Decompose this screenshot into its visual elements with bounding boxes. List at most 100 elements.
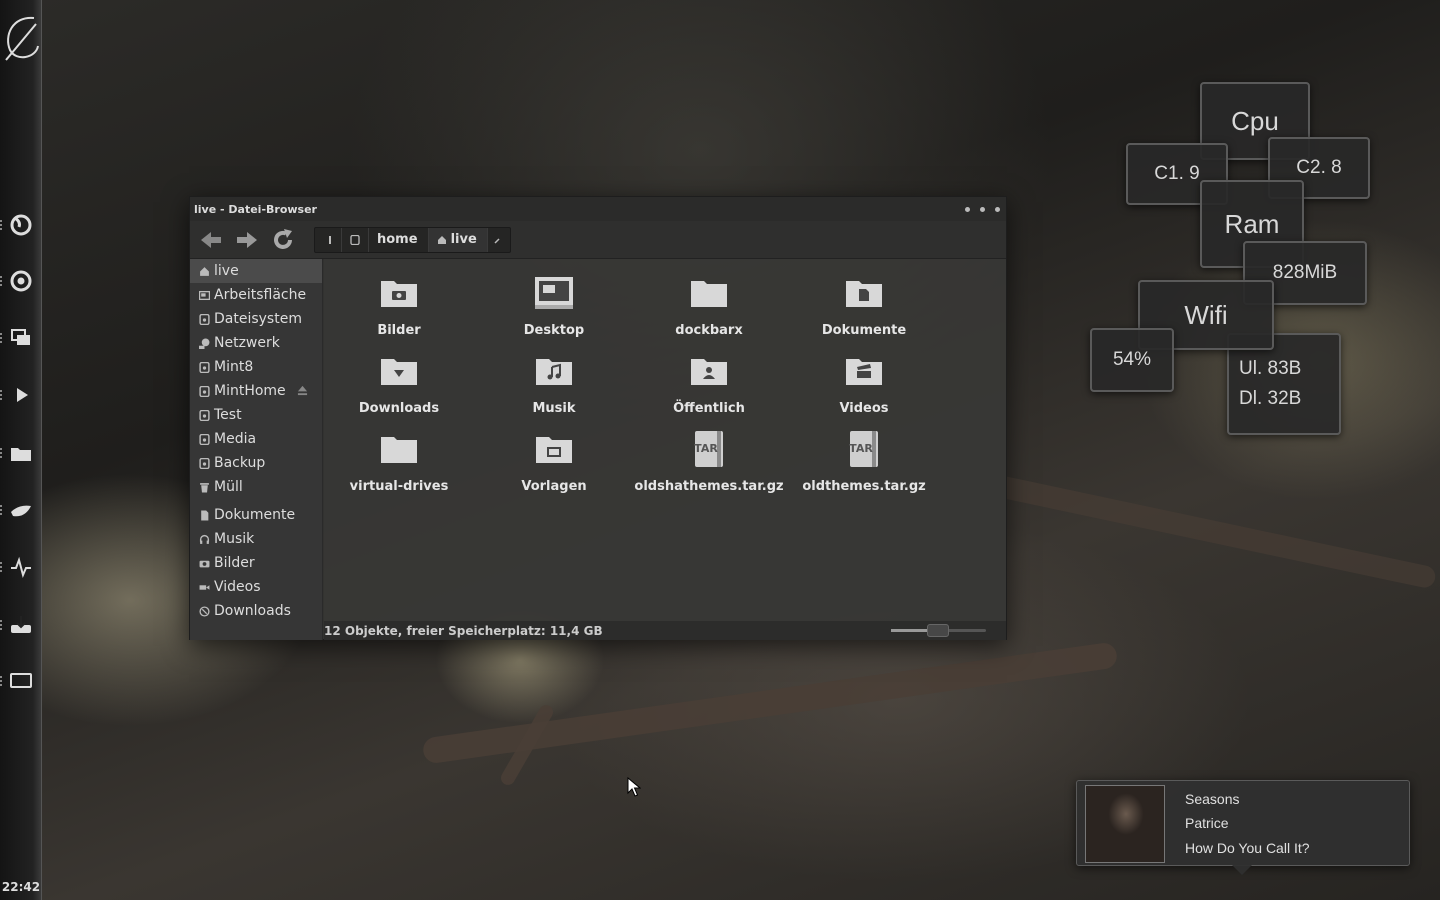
downloads-folder-icon bbox=[381, 359, 417, 385]
firefox-icon bbox=[10, 214, 32, 236]
file-item-oldthemes[interactable]: TAR oldthemes.tar.gz bbox=[789, 429, 939, 494]
maximize-button[interactable] bbox=[980, 206, 985, 212]
cpu-label: Cpu bbox=[1231, 105, 1279, 136]
document-icon bbox=[201, 510, 209, 520]
sidebar-item-minthome[interactable]: MintHome bbox=[190, 379, 322, 403]
sidebar-item-netzwerk[interactable]: Netzwerk bbox=[190, 331, 322, 355]
sidebar-item-label: Backup bbox=[214, 455, 266, 471]
track-artist: Patrice bbox=[1185, 815, 1229, 831]
folder-icon bbox=[381, 437, 417, 463]
reload-icon bbox=[274, 228, 292, 249]
file-item-label: Desktop bbox=[523, 323, 585, 338]
drive-icon bbox=[199, 361, 210, 373]
sidebar-item-media[interactable]: Media bbox=[190, 427, 322, 451]
file-item-label: dockbarx bbox=[675, 323, 743, 338]
path-root[interactable] bbox=[342, 227, 369, 252]
sidebar-item-label: live bbox=[214, 263, 239, 279]
now-playing-widget[interactable]: Seasons Patrice How Do You Call It? bbox=[1076, 780, 1410, 875]
sidebar-item-musik[interactable]: Musik bbox=[190, 527, 322, 551]
left-dock: 22:42 bbox=[0, 0, 42, 900]
file-item-virtual-drives[interactable]: virtual-drives bbox=[324, 429, 474, 494]
track-album: How Do You Call It? bbox=[1185, 840, 1310, 856]
sidebar-item-bilder[interactable]: Bilder bbox=[190, 551, 322, 575]
dock-chrome[interactable] bbox=[0, 264, 42, 298]
trash-icon bbox=[200, 482, 209, 492]
sidebar-item-test[interactable]: Test bbox=[190, 403, 322, 427]
dock-system-monitor[interactable] bbox=[0, 550, 42, 584]
file-item-desktop[interactable]: Desktop bbox=[479, 273, 629, 338]
tar-archive-icon: TAR bbox=[849, 431, 878, 467]
eject-icon[interactable] bbox=[297, 385, 308, 396]
minimize-button[interactable] bbox=[965, 206, 970, 212]
sidebar-item-label: Test bbox=[214, 407, 242, 423]
file-item-vorlagen[interactable]: Vorlagen bbox=[479, 429, 629, 494]
sidebar-item-label: Musik bbox=[214, 531, 255, 547]
dock-file-manager[interactable] bbox=[0, 436, 42, 470]
file-item-dokumente[interactable]: Dokumente bbox=[789, 273, 939, 338]
path-segment-live[interactable]: live bbox=[428, 227, 488, 252]
sidebar-item-backup[interactable]: Backup bbox=[190, 451, 322, 475]
dock-firefox[interactable] bbox=[0, 208, 42, 242]
sidebar-item-dokumente[interactable]: Dokumente bbox=[190, 503, 322, 527]
zoom-slider-handle[interactable] bbox=[927, 624, 949, 637]
zoom-slider[interactable] bbox=[891, 624, 986, 637]
status-text: 12 Objekte, freier Speicherplatz: 11,4 G… bbox=[324, 623, 603, 638]
sidebar-item-label: Dokumente bbox=[214, 507, 296, 523]
wifi-signal-tile: 54% bbox=[1090, 328, 1174, 392]
forward-button[interactable] bbox=[232, 225, 262, 255]
sidebar-item-live[interactable]: live bbox=[190, 259, 322, 283]
reload-button[interactable] bbox=[268, 225, 298, 255]
file-item-downloads[interactable]: Downloads bbox=[324, 351, 474, 416]
file-item-label: Bilder bbox=[377, 323, 421, 338]
wallpaper-branch bbox=[982, 472, 1438, 590]
core1-value: C1. 9 bbox=[1154, 163, 1200, 184]
sidebar-item-downloads[interactable]: Downloads bbox=[190, 599, 322, 623]
dock-thunderbird[interactable] bbox=[0, 493, 42, 527]
mouse-cursor-icon bbox=[627, 777, 641, 797]
videos-folder-icon bbox=[846, 359, 882, 385]
wifi-signal-value: 54% bbox=[1112, 349, 1152, 370]
pulse-icon bbox=[11, 556, 31, 579]
sidebar-item-label: Dateisystem bbox=[214, 311, 302, 327]
file-view[interactable]: Bilder Desktop dockbarx Dokumente Downlo… bbox=[324, 259, 1006, 621]
file-item-label: virtual-drives bbox=[349, 479, 449, 494]
drive-icon bbox=[350, 234, 360, 245]
sidebar-item-arbeitsflaeche[interactable]: Arbeitsfläche bbox=[190, 283, 322, 307]
sidebar-item-label: Bilder bbox=[214, 555, 255, 571]
file-item-bilder[interactable]: Bilder bbox=[324, 273, 474, 338]
sidebar-item-label: Downloads bbox=[214, 603, 291, 619]
windows-icon bbox=[11, 329, 30, 345]
sidebar-item-label: MintHome bbox=[214, 383, 286, 399]
file-item-videos[interactable]: Videos bbox=[789, 351, 939, 416]
back-button[interactable] bbox=[196, 225, 226, 255]
dock-downloads[interactable] bbox=[0, 608, 42, 642]
path-toggle-button[interactable] bbox=[319, 227, 342, 252]
templates-folder-icon bbox=[536, 437, 572, 463]
path-segment-home[interactable]: home bbox=[369, 227, 429, 252]
sidebar-item-label: Netzwerk bbox=[214, 335, 280, 351]
sidebar-item-muell[interactable]: Müll bbox=[190, 475, 322, 499]
window-titlebar[interactable]: live - Datei-Browser bbox=[190, 197, 1006, 221]
track-title: Seasons bbox=[1185, 791, 1240, 807]
drive-icon bbox=[199, 457, 210, 469]
headphones-icon bbox=[199, 534, 210, 544]
sidebar-item-dateisystem[interactable]: Dateisystem bbox=[190, 307, 322, 331]
window-controls bbox=[965, 206, 1000, 212]
drive-icon bbox=[199, 409, 210, 421]
file-item-dockbarx[interactable]: dockbarx bbox=[634, 273, 784, 338]
caret-left-icon bbox=[329, 235, 331, 244]
sidebar-item-mint8[interactable]: Mint8 bbox=[190, 355, 322, 379]
dock-media-player[interactable] bbox=[0, 378, 42, 412]
dock-windows[interactable] bbox=[0, 321, 42, 355]
sidebar-item-videos[interactable]: Videos bbox=[190, 575, 322, 599]
tar-archive-icon: TAR bbox=[694, 431, 723, 467]
file-item-oeffentlich[interactable]: Öffentlich bbox=[634, 351, 784, 416]
dock-show-desktop[interactable] bbox=[0, 664, 42, 698]
path-more-button[interactable] bbox=[488, 228, 506, 252]
path-segment-label: live bbox=[450, 232, 477, 247]
download-tray-icon bbox=[11, 616, 31, 633]
file-item-oldshathemes[interactable]: TAR oldshathemes.tar.gz bbox=[634, 429, 784, 494]
file-item-musik[interactable]: Musik bbox=[479, 351, 629, 416]
pictures-folder-icon bbox=[381, 281, 417, 307]
close-button[interactable] bbox=[995, 206, 1000, 212]
